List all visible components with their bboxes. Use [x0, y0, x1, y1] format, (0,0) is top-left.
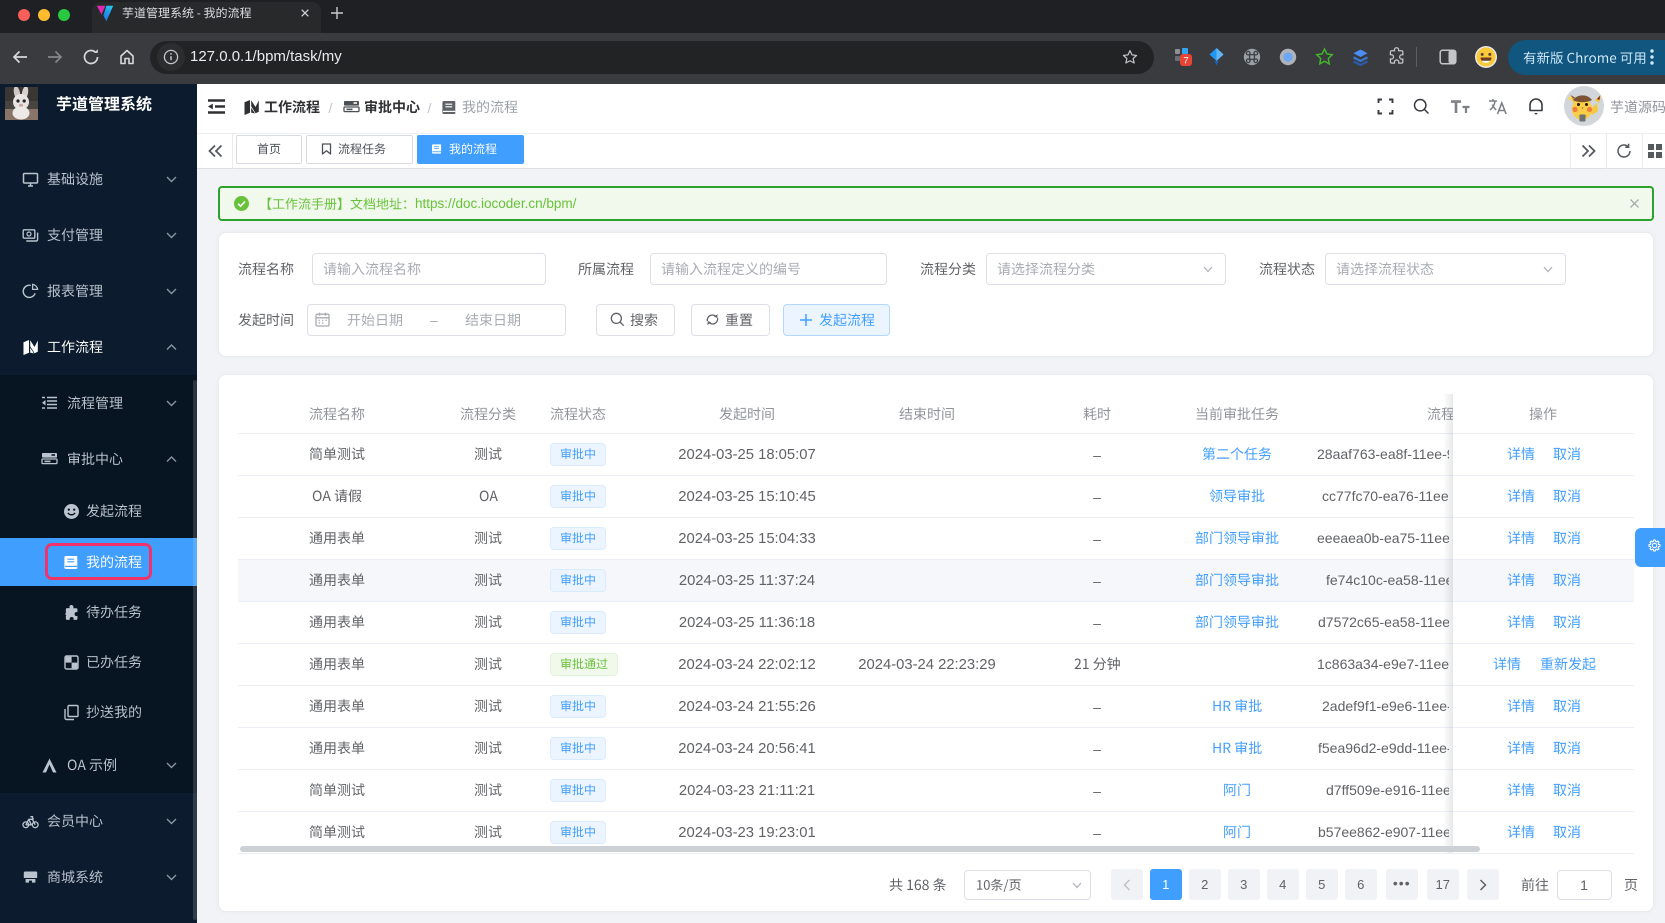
- svg-text:7: 7: [1183, 56, 1188, 67]
